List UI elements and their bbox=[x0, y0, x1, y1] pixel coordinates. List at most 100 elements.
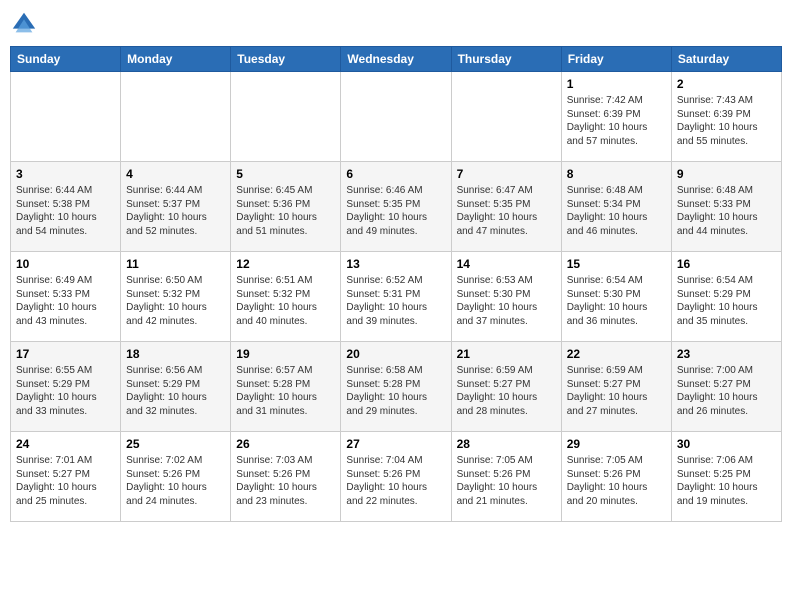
day-cell: 28Sunrise: 7:05 AM Sunset: 5:26 PM Dayli… bbox=[451, 432, 561, 522]
logo-icon bbox=[10, 10, 38, 38]
week-row-4: 24 Sunrise: 7:01 AM Sunset: 5:27 PM Dayli… bbox=[11, 432, 782, 522]
day-number: 24 bbox=[16, 436, 115, 452]
day-cell: 9 Sunrise: 6:48 AM Sunset: 5:33 PM Daylig… bbox=[671, 162, 781, 252]
day-info: Sunrise: 7:05 AM Sunset: 5:26 PM Dayligh… bbox=[457, 454, 556, 508]
day-number: 5 bbox=[236, 166, 335, 182]
day-number: 19 bbox=[236, 346, 335, 362]
day-number: 16 bbox=[677, 256, 776, 272]
day-cell: 10 Sunrise: 6:49 AM Sunset: 5:33 PM Dayli… bbox=[11, 252, 121, 342]
week-row-1: 3 Sunrise: 6:44 AM Sunset: 5:38 PM Daylig… bbox=[11, 162, 782, 252]
day-info: Sunrise: 6:47 AM Sunset: 5:35 PM Dayligh… bbox=[457, 184, 556, 238]
day-info: Sunrise: 6:54 AM Sunset: 5:29 PM Dayligh… bbox=[677, 274, 776, 328]
day-number: 9 bbox=[677, 166, 776, 182]
day-cell: 6 Sunrise: 6:46 AM Sunset: 5:35 PM Daylig… bbox=[341, 162, 451, 252]
day-number: 10 bbox=[16, 256, 115, 272]
day-number: 23 bbox=[677, 346, 776, 362]
day-info: Sunrise: 6:56 AM Sunset: 5:29 PM Dayligh… bbox=[126, 364, 225, 418]
calendar-body: 1 Sunrise: 7:42 AM Sunset: 6:39 PM Daylig… bbox=[11, 72, 782, 522]
day-number: 30 bbox=[677, 436, 776, 452]
day-cell: 1 Sunrise: 7:42 AM Sunset: 6:39 PM Daylig… bbox=[561, 72, 671, 162]
day-cell bbox=[341, 72, 451, 162]
day-info: Sunrise: 7:02 AM Sunset: 5:26 PM Dayligh… bbox=[126, 454, 225, 508]
day-cell: 7 Sunrise: 6:47 AM Sunset: 5:35 PM Daylig… bbox=[451, 162, 561, 252]
weekday-header-sunday: Sunday bbox=[11, 47, 121, 72]
day-cell: 30Sunrise: 7:06 AM Sunset: 5:25 PM Dayli… bbox=[671, 432, 781, 522]
day-cell: 11 Sunrise: 6:50 AM Sunset: 5:32 PM Dayli… bbox=[121, 252, 231, 342]
day-cell: 4 Sunrise: 6:44 AM Sunset: 5:37 PM Daylig… bbox=[121, 162, 231, 252]
day-cell: 5Sunrise: 6:45 AM Sunset: 5:36 PM Daylig… bbox=[231, 162, 341, 252]
day-info: Sunrise: 6:57 AM Sunset: 5:28 PM Dayligh… bbox=[236, 364, 335, 418]
day-info: Sunrise: 7:04 AM Sunset: 5:26 PM Dayligh… bbox=[346, 454, 445, 508]
week-row-3: 17 Sunrise: 6:55 AM Sunset: 5:29 PM Dayli… bbox=[11, 342, 782, 432]
weekday-header-row: SundayMondayTuesdayWednesdayThursdayFrid… bbox=[11, 47, 782, 72]
day-cell: 19 Sunrise: 6:57 AM Sunset: 5:28 PM Dayli… bbox=[231, 342, 341, 432]
day-cell bbox=[121, 72, 231, 162]
day-info: Sunrise: 6:50 AM Sunset: 5:32 PM Dayligh… bbox=[126, 274, 225, 328]
day-number: 26 bbox=[236, 436, 335, 452]
day-number: 27 bbox=[346, 436, 445, 452]
logo bbox=[10, 10, 42, 38]
week-row-2: 10 Sunrise: 6:49 AM Sunset: 5:33 PM Dayli… bbox=[11, 252, 782, 342]
page-header bbox=[10, 10, 782, 38]
day-info: Sunrise: 6:44 AM Sunset: 5:37 PM Dayligh… bbox=[126, 184, 225, 238]
day-number: 8 bbox=[567, 166, 666, 182]
day-info: Sunrise: 6:48 AM Sunset: 5:33 PM Dayligh… bbox=[677, 184, 776, 238]
day-info: Sunrise: 6:52 AM Sunset: 5:31 PM Dayligh… bbox=[346, 274, 445, 328]
day-number: 12 bbox=[236, 256, 335, 272]
day-info: Sunrise: 6:49 AM Sunset: 5:33 PM Dayligh… bbox=[16, 274, 115, 328]
day-number: 17 bbox=[16, 346, 115, 362]
day-number: 4 bbox=[126, 166, 225, 182]
day-number: 1 bbox=[567, 76, 666, 92]
weekday-header-thursday: Thursday bbox=[451, 47, 561, 72]
day-number: 20 bbox=[346, 346, 445, 362]
day-number: 21 bbox=[457, 346, 556, 362]
day-cell: 23 Sunrise: 7:00 AM Sunset: 5:27 PM Dayli… bbox=[671, 342, 781, 432]
day-cell: 13Sunrise: 6:52 AM Sunset: 5:31 PM Dayli… bbox=[341, 252, 451, 342]
day-info: Sunrise: 6:44 AM Sunset: 5:38 PM Dayligh… bbox=[16, 184, 115, 238]
day-number: 11 bbox=[126, 256, 225, 272]
day-info: Sunrise: 7:00 AM Sunset: 5:27 PM Dayligh… bbox=[677, 364, 776, 418]
day-number: 7 bbox=[457, 166, 556, 182]
day-number: 6 bbox=[346, 166, 445, 182]
day-info: Sunrise: 7:01 AM Sunset: 5:27 PM Dayligh… bbox=[16, 454, 115, 508]
week-row-0: 1 Sunrise: 7:42 AM Sunset: 6:39 PM Daylig… bbox=[11, 72, 782, 162]
day-cell: 16 Sunrise: 6:54 AM Sunset: 5:29 PM Dayli… bbox=[671, 252, 781, 342]
day-cell: 24 Sunrise: 7:01 AM Sunset: 5:27 PM Dayli… bbox=[11, 432, 121, 522]
day-number: 18 bbox=[126, 346, 225, 362]
weekday-header-friday: Friday bbox=[561, 47, 671, 72]
day-info: Sunrise: 6:51 AM Sunset: 5:32 PM Dayligh… bbox=[236, 274, 335, 328]
day-cell: 26 Sunrise: 7:03 AM Sunset: 5:26 PM Dayli… bbox=[231, 432, 341, 522]
day-number: 3 bbox=[16, 166, 115, 182]
day-cell: 20Sunrise: 6:58 AM Sunset: 5:28 PM Dayli… bbox=[341, 342, 451, 432]
day-info: Sunrise: 7:05 AM Sunset: 5:26 PM Dayligh… bbox=[567, 454, 666, 508]
day-cell bbox=[451, 72, 561, 162]
day-cell: 12 Sunrise: 6:51 AM Sunset: 5:32 PM Dayli… bbox=[231, 252, 341, 342]
day-info: Sunrise: 6:59 AM Sunset: 5:27 PM Dayligh… bbox=[567, 364, 666, 418]
day-cell: 3 Sunrise: 6:44 AM Sunset: 5:38 PM Daylig… bbox=[11, 162, 121, 252]
day-info: Sunrise: 6:46 AM Sunset: 5:35 PM Dayligh… bbox=[346, 184, 445, 238]
weekday-header-tuesday: Tuesday bbox=[231, 47, 341, 72]
day-cell: 22Sunrise: 6:59 AM Sunset: 5:27 PM Dayli… bbox=[561, 342, 671, 432]
day-cell bbox=[11, 72, 121, 162]
day-info: Sunrise: 7:43 AM Sunset: 6:39 PM Dayligh… bbox=[677, 94, 776, 148]
day-cell: 2 Sunrise: 7:43 AM Sunset: 6:39 PM Daylig… bbox=[671, 72, 781, 162]
day-cell: 14Sunrise: 6:53 AM Sunset: 5:30 PM Dayli… bbox=[451, 252, 561, 342]
day-info: Sunrise: 6:59 AM Sunset: 5:27 PM Dayligh… bbox=[457, 364, 556, 418]
day-number: 2 bbox=[677, 76, 776, 92]
day-cell: 25Sunrise: 7:02 AM Sunset: 5:26 PM Dayli… bbox=[121, 432, 231, 522]
day-cell: 27 Sunrise: 7:04 AM Sunset: 5:26 PM Dayli… bbox=[341, 432, 451, 522]
day-cell: 17 Sunrise: 6:55 AM Sunset: 5:29 PM Dayli… bbox=[11, 342, 121, 432]
day-info: Sunrise: 6:54 AM Sunset: 5:30 PM Dayligh… bbox=[567, 274, 666, 328]
day-number: 15 bbox=[567, 256, 666, 272]
day-cell: 29 Sunrise: 7:05 AM Sunset: 5:26 PM Dayli… bbox=[561, 432, 671, 522]
day-number: 14 bbox=[457, 256, 556, 272]
weekday-header-saturday: Saturday bbox=[671, 47, 781, 72]
day-info: Sunrise: 7:03 AM Sunset: 5:26 PM Dayligh… bbox=[236, 454, 335, 508]
day-number: 29 bbox=[567, 436, 666, 452]
day-info: Sunrise: 6:48 AM Sunset: 5:34 PM Dayligh… bbox=[567, 184, 666, 238]
day-info: Sunrise: 6:55 AM Sunset: 5:29 PM Dayligh… bbox=[16, 364, 115, 418]
calendar: SundayMondayTuesdayWednesdayThursdayFrid… bbox=[10, 46, 782, 522]
day-cell: 21 Sunrise: 6:59 AM Sunset: 5:27 PM Dayli… bbox=[451, 342, 561, 432]
day-info: Sunrise: 7:42 AM Sunset: 6:39 PM Dayligh… bbox=[567, 94, 666, 148]
day-cell bbox=[231, 72, 341, 162]
